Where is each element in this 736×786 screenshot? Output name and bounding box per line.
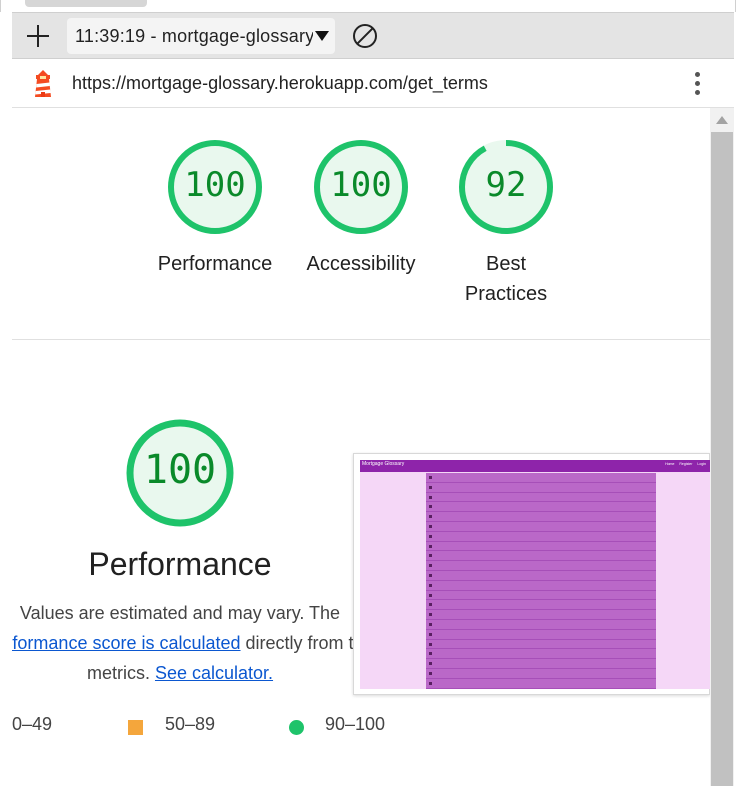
report-content: 100 Performance 100 Accessibility 92 Bes… [12, 108, 710, 786]
screenshot-nav-links: Home Register Login [665, 462, 706, 466]
screenshot-list-row [426, 483, 656, 493]
report-select-label: 11:39:19 - mortgage-glossary.herokuapp.c… [75, 25, 313, 46]
screenshot-list-row [426, 493, 656, 503]
screenshot-list-row [426, 542, 656, 552]
screenshot-nav-link: Register [679, 462, 693, 466]
screenshot-list-row [426, 561, 656, 571]
plus-icon[interactable] [26, 24, 50, 48]
screenshot-nav-link: Login [697, 462, 706, 466]
score-calculated-link[interactable]: performance score is calculated [12, 633, 241, 653]
see-calculator-link[interactable]: See calculator. [155, 663, 273, 683]
scrollbar[interactable] [710, 108, 734, 786]
screenshot-list-row [426, 659, 656, 669]
section-title: Performance [88, 546, 272, 582]
page-url: https://mortgage-glossary.herokuapp.com/… [72, 73, 488, 93]
gauge-score: 92 [485, 165, 527, 205]
report-select[interactable]: 11:39:19 - mortgage-glossary.herokuapp.c… [67, 18, 335, 54]
description-line: metrics. See calculator. [12, 658, 368, 688]
screenshot-list-row [426, 620, 656, 630]
legend-fail-range: 0–49 [12, 714, 53, 734]
square-icon [128, 720, 143, 735]
scroll-thumb[interactable] [711, 132, 733, 786]
screenshot-page: Mortgage Glossary Home Register Login [360, 460, 710, 689]
legend-average-range: 50–89 [165, 714, 216, 734]
screenshot-list-row [426, 473, 656, 483]
lighthouse-panel: 11:39:19 - mortgage-glossary.herokuapp.c… [0, 0, 736, 786]
screenshot-list-row [426, 669, 656, 679]
description-text: metrics. [86, 663, 155, 683]
screenshot-nav-link: Home [665, 462, 675, 466]
gauge-label: Accessibility [306, 253, 416, 275]
screenshot-list-row [426, 551, 656, 562]
gauge-score: 100 [330, 165, 392, 205]
gauge-performance-large: 100 [124, 417, 236, 529]
screenshot-list-row [426, 640, 656, 650]
screenshot-list-row [426, 649, 656, 660]
screenshot-list-row [426, 630, 656, 640]
screenshot-list-row [426, 679, 656, 689]
screenshot-term-list [426, 473, 656, 689]
score-description: Values are estimated and may vary. The p… [12, 598, 374, 688]
screenshot-list-row [426, 532, 656, 542]
screenshot-list-row [426, 522, 656, 532]
screenshot-list-row [426, 502, 656, 513]
gauge-label-line: Best [485, 253, 527, 275]
screenshot-list-row [426, 591, 656, 601]
gauge-label: Best Practices [436, 249, 576, 309]
screenshot-list-row [426, 610, 656, 620]
screenshot-list-row [426, 571, 656, 581]
kebab-menu-icon[interactable] [692, 70, 702, 98]
chevron-down-icon [315, 31, 329, 41]
screenshot-brand: Mortgage Glossary [362, 461, 405, 467]
screenshot-list-row [426, 600, 656, 611]
url-bar: https://mortgage-glossary.herokuapp.com/… [12, 60, 734, 108]
screenshot-list-row [426, 512, 656, 522]
description-line: performance score is calculated directly… [12, 628, 408, 658]
tab-stub[interactable] [25, 0, 147, 7]
gauge-accessibility[interactable]: 100 [312, 138, 410, 236]
lighthouse-icon [35, 70, 51, 97]
gauge-best-practices[interactable]: 92 [457, 138, 555, 236]
gauge-performance[interactable]: 100 [166, 138, 264, 236]
block-icon[interactable] [353, 24, 377, 48]
section-divider [12, 339, 710, 340]
screenshot-navbar: Mortgage Glossary Home Register Login [360, 460, 710, 472]
circle-icon [289, 720, 304, 735]
screenshot-list-row [426, 581, 656, 591]
gauge-label: Performance [157, 253, 273, 275]
final-screenshot[interactable]: Mortgage Glossary Home Register Login [353, 453, 710, 695]
gauge-label-line: Practices [464, 283, 548, 305]
gauge-score: 100 [143, 447, 217, 493]
legend-pass-range: 90–100 [325, 714, 386, 734]
scroll-up-arrow[interactable] [716, 116, 728, 124]
tab-strip [0, 0, 736, 12]
lighthouse-toolbar: 11:39:19 - mortgage-glossary.herokuapp.c… [12, 12, 734, 59]
description-line: Values are estimated and may vary. The [19, 603, 341, 623]
gauge-score: 100 [184, 165, 246, 205]
